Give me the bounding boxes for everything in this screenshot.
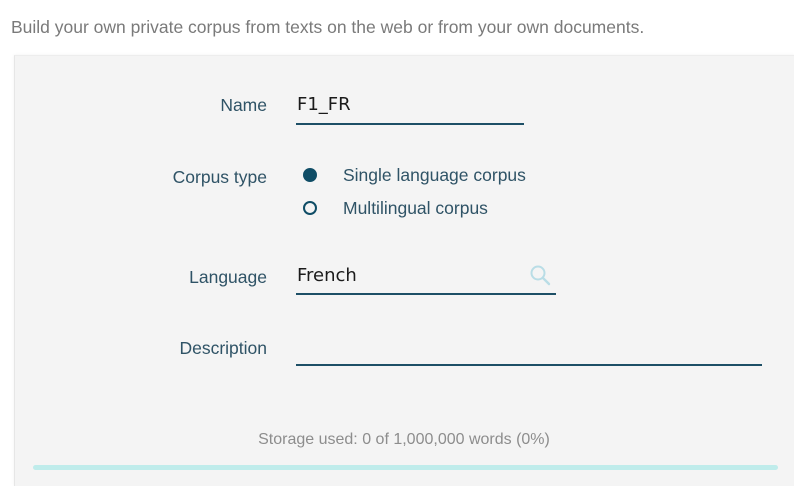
name-input[interactable]: F1_FR: [297, 94, 351, 115]
storage-progress-bar: [33, 465, 778, 470]
radio-label-multilingual[interactable]: Multilingual corpus: [343, 198, 488, 219]
radio-label-single-language[interactable]: Single language corpus: [343, 165, 526, 186]
name-label: Name: [220, 95, 267, 115]
description-input[interactable]: [297, 336, 757, 360]
language-input-underline: [296, 293, 556, 295]
corpus-type-label: Corpus type: [172, 167, 267, 187]
description-input-underline: [296, 364, 762, 366]
name-input-underline: [296, 123, 524, 125]
storage-usage-text: Storage used: 0 of 1,000,000 words (0%): [258, 431, 550, 448]
language-input[interactable]: French: [297, 265, 357, 286]
language-label: Language: [189, 267, 267, 287]
radio-button-unchecked[interactable]: [303, 201, 317, 215]
page-intro-text: Build your own private corpus from texts…: [11, 17, 645, 37]
description-label: Description: [179, 338, 267, 358]
search-icon[interactable]: [528, 263, 552, 287]
radio-button-checked[interactable]: [303, 168, 317, 182]
